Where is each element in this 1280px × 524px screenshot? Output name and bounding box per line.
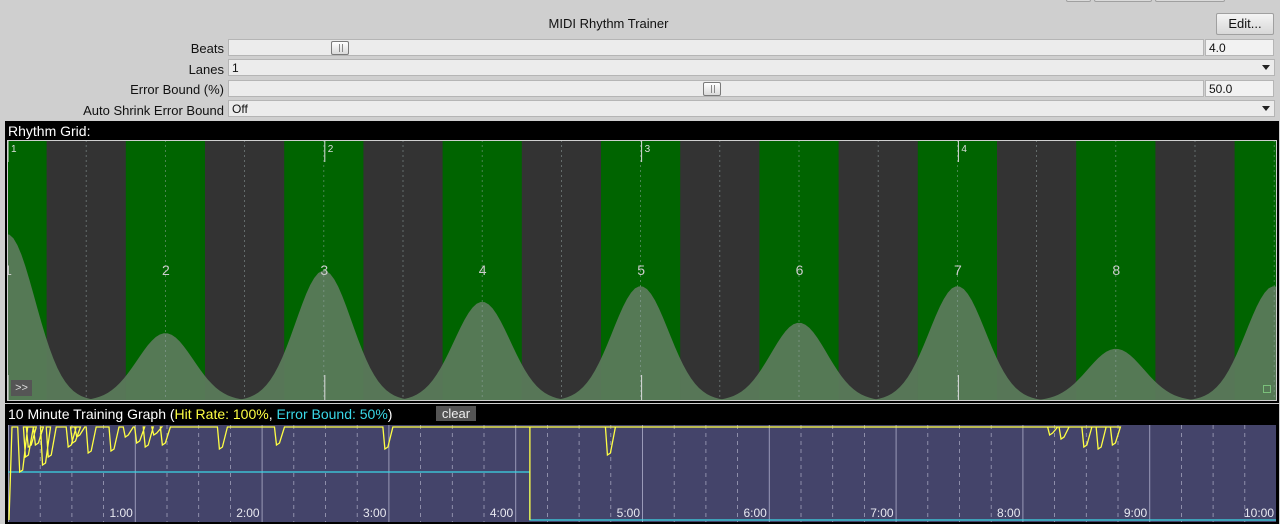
time-label: 1:00 [109, 506, 133, 520]
lanes-select[interactable]: 1 [228, 59, 1275, 76]
time-label: 9:00 [1124, 506, 1148, 520]
subdivision-label: 3 [320, 262, 328, 278]
top-toolbar-stubs [1066, 0, 1246, 2]
time-label: 6:00 [743, 506, 767, 520]
beats-slider-thumb[interactable] [331, 41, 349, 55]
error-bound-label: Error Bound (%) [130, 82, 224, 97]
chevron-down-icon [1262, 106, 1270, 111]
subdivision-label: 8 [1112, 262, 1120, 278]
subdivision-label: 2 [162, 262, 170, 278]
error-bound-text: Error Bound: 50% [276, 406, 388, 422]
clear-button[interactable]: clear [436, 406, 476, 421]
beats-value-field[interactable]: 4.0 [1205, 39, 1274, 56]
error-bound-slider-thumb[interactable] [703, 82, 721, 96]
close-paren: ) [387, 406, 393, 422]
auto-shrink-selected-value: Off [232, 102, 248, 116]
time-label: 10:00 [1244, 506, 1274, 520]
time-label: 4:00 [490, 506, 514, 520]
beat-label: 4 [961, 144, 967, 155]
time-label: 3:00 [363, 506, 387, 520]
beat-label: 1 [11, 144, 17, 155]
auto-shrink-select[interactable]: Off [228, 100, 1275, 117]
auto-shrink-label: Auto Shrink Error Bound [83, 103, 224, 118]
beat-label: 2 [328, 144, 334, 155]
subdivision-label: 5 [637, 262, 645, 278]
rhythm-grid-panel: Rhythm Grid: 123412345678 >> [5, 121, 1279, 403]
subdivision-label: 6 [796, 262, 804, 278]
training-graph-title-row: 10 Minute Training Graph (Hit Rate: 100%… [8, 406, 392, 422]
time-label: 2:00 [236, 506, 260, 520]
edit-button[interactable]: Edit... [1216, 13, 1274, 35]
training-graph-panel: 10 Minute Training Graph (Hit Rate: 100%… [5, 404, 1279, 524]
toolbar-button-1[interactable] [1066, 0, 1091, 2]
beats-label: Beats [190, 41, 224, 56]
lanes-label: Lanes [188, 62, 224, 77]
toolbar-button-2[interactable] [1094, 0, 1152, 2]
window-title: MIDI Rhythm Trainer [548, 16, 669, 31]
time-label: 8:00 [997, 506, 1021, 520]
separator: , [268, 406, 273, 422]
subdivision-label: 7 [954, 262, 962, 278]
chevron-down-icon [1262, 65, 1270, 70]
training-graph-title: 10 Minute Training Graph [8, 406, 166, 422]
subdivision-label: 4 [479, 262, 487, 278]
rhythm-grid-title: Rhythm Grid: [8, 123, 91, 139]
expand-button[interactable]: >> [11, 380, 32, 396]
hit-rate-text: Hit Rate: 100% [174, 406, 269, 422]
training-graph-canvas[interactable]: 1:00 2:00 3:00 4:00 5:00 6:00 7:00 8:00 9:00 10:0… [8, 425, 1276, 522]
lanes-selected-value: 1 [232, 61, 239, 75]
beats-slider[interactable] [228, 39, 1204, 56]
error-bound-slider[interactable] [228, 80, 1204, 97]
resize-handle-icon[interactable] [1263, 385, 1271, 393]
beat-label: 3 [645, 144, 651, 155]
rhythm-grid-canvas[interactable]: 1 2 3 41 2 3 4 5 6 7 8 [7, 140, 1277, 401]
time-label: 5:00 [617, 506, 641, 520]
toolbar-button-3[interactable] [1155, 0, 1225, 2]
time-label: 7:00 [870, 506, 894, 520]
error-bound-value-field[interactable]: 50.0 [1205, 80, 1274, 97]
